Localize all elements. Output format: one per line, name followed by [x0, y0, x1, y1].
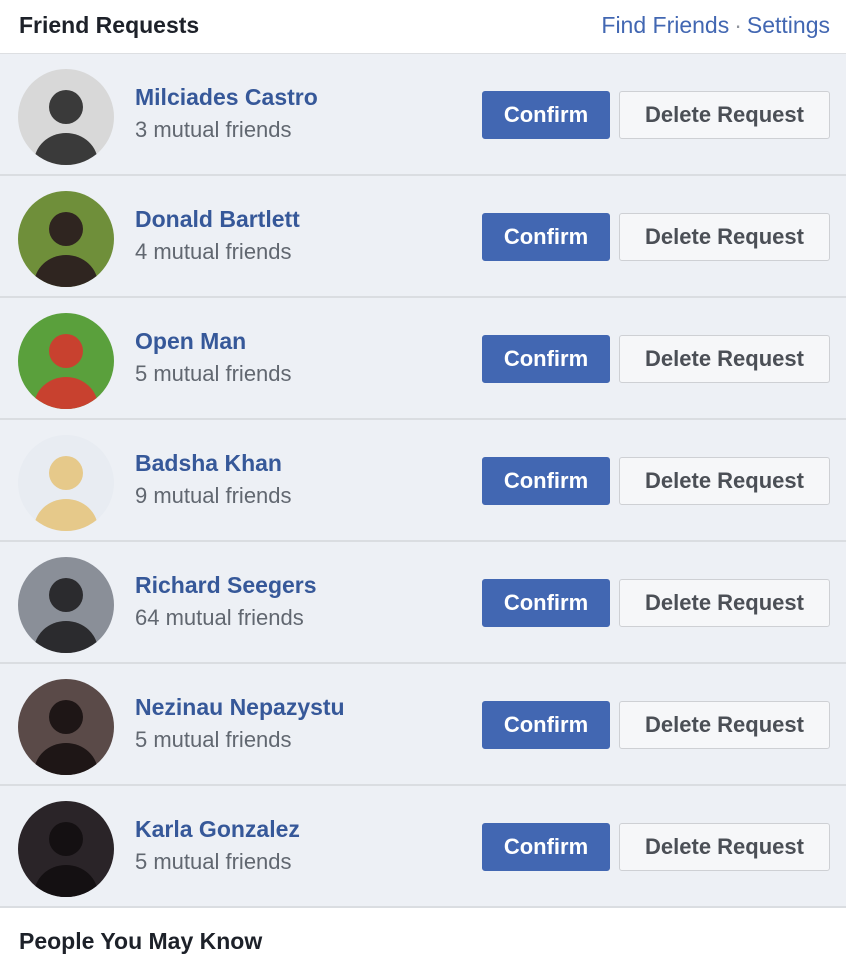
avatar[interactable]	[18, 69, 114, 165]
delete-request-button[interactable]: Delete Request	[619, 213, 830, 261]
profile-photo-icon	[18, 313, 114, 409]
delete-request-button[interactable]: Delete Request	[619, 701, 830, 749]
avatar[interactable]	[18, 679, 114, 775]
people-you-may-know-header: People You May Know	[0, 908, 846, 960]
confirm-button[interactable]: Confirm	[482, 457, 610, 505]
profile-photo-icon	[18, 69, 114, 165]
mutual-friends-count[interactable]: 4 mutual friends	[135, 239, 292, 265]
requester-name[interactable]: Karla Gonzalez	[135, 816, 300, 843]
mutual-friends-count[interactable]: 5 mutual friends	[135, 849, 292, 875]
confirm-button[interactable]: Confirm	[482, 91, 610, 139]
delete-request-button[interactable]: Delete Request	[619, 823, 830, 871]
requester-name[interactable]: Open Man	[135, 328, 246, 355]
friend-request-row: Richard Seegers 64 mutual friends Confir…	[0, 542, 846, 664]
avatar[interactable]	[18, 435, 114, 531]
section-title: People You May Know	[19, 928, 263, 954]
mutual-friends-count[interactable]: 5 mutual friends	[135, 727, 292, 753]
requester-name[interactable]: Badsha Khan	[135, 450, 282, 477]
mutual-friends-count[interactable]: 5 mutual friends	[135, 361, 292, 387]
avatar[interactable]	[18, 191, 114, 287]
avatar[interactable]	[18, 557, 114, 653]
requester-name[interactable]: Nezinau Nepazystu	[135, 694, 345, 721]
confirm-button[interactable]: Confirm	[482, 823, 610, 871]
requester-name[interactable]: Donald Bartlett	[135, 206, 300, 233]
confirm-button[interactable]: Confirm	[482, 335, 610, 383]
friend-request-row: Badsha Khan 9 mutual friends Confirm Del…	[0, 420, 846, 542]
delete-request-button[interactable]: Delete Request	[619, 335, 830, 383]
friend-requests-header: Friend Requests Find Friends · Settings	[0, 0, 846, 54]
delete-request-button[interactable]: Delete Request	[619, 91, 830, 139]
header-links: Find Friends · Settings	[601, 12, 830, 39]
confirm-button[interactable]: Confirm	[482, 701, 610, 749]
friend-request-row: Milciades Castro 3 mutual friends Confir…	[0, 54, 846, 176]
settings-link[interactable]: Settings	[747, 12, 830, 38]
profile-photo-icon	[18, 191, 114, 287]
confirm-button[interactable]: Confirm	[482, 579, 610, 627]
avatar[interactable]	[18, 801, 114, 897]
delete-request-button[interactable]: Delete Request	[619, 457, 830, 505]
friend-request-list: Milciades Castro 3 mutual friends Confir…	[0, 54, 846, 908]
profile-photo-icon	[18, 679, 114, 775]
mutual-friends-count[interactable]: 64 mutual friends	[135, 605, 304, 631]
mutual-friends-count[interactable]: 3 mutual friends	[135, 117, 292, 143]
find-friends-link[interactable]: Find Friends	[601, 12, 729, 38]
profile-photo-icon	[18, 557, 114, 653]
section-title: Friend Requests	[19, 12, 200, 38]
profile-photo-icon	[18, 435, 114, 531]
friend-request-row: Open Man 5 mutual friends Confirm Delete…	[0, 298, 846, 420]
confirm-button[interactable]: Confirm	[482, 213, 610, 261]
friend-request-row: Nezinau Nepazystu 5 mutual friends Confi…	[0, 664, 846, 786]
mutual-friends-count[interactable]: 9 mutual friends	[135, 483, 292, 509]
profile-photo-icon	[18, 801, 114, 897]
requester-name[interactable]: Milciades Castro	[135, 84, 318, 111]
link-separator: ·	[734, 12, 742, 38]
friend-request-row: Karla Gonzalez 5 mutual friends Confirm …	[0, 786, 846, 908]
friend-request-row: Donald Bartlett 4 mutual friends Confirm…	[0, 176, 846, 298]
requester-name[interactable]: Richard Seegers	[135, 572, 317, 599]
delete-request-button[interactable]: Delete Request	[619, 579, 830, 627]
avatar[interactable]	[18, 313, 114, 409]
